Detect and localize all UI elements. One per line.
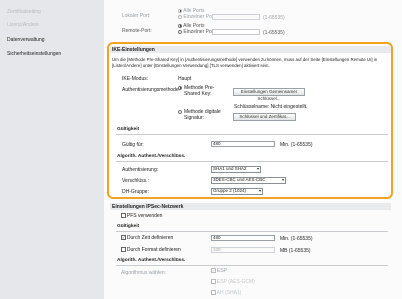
dh-label: DH-Gruppe: [122, 189, 149, 195]
local-port-input[interactable] [212, 14, 260, 20]
by-size-option[interactable]: Durch Format definieren [121, 247, 181, 253]
ike-mode-value: Haupt [178, 76, 192, 82]
pfs-label: PFS verwenden [126, 213, 163, 219]
auth-method-label: Authentisierungsmethode: [122, 87, 181, 93]
sidebar: Zertifikatsetting Lizenz/Andere Datenver… [0, 0, 105, 299]
ike-validity-heading: Gültigkeit [117, 127, 140, 132]
ipsec-settings-title: Einstellungen IPSec-Netzwerk [112, 204, 184, 210]
by-time-option[interactable]: ✓ Durch Zeit definieren [121, 235, 173, 241]
local-port-range: (1-65535) [263, 15, 285, 21]
local-port-single-label: Einzelner Port [183, 14, 215, 20]
remote-port-single-label: Einzelner Port [183, 29, 215, 35]
auth-label: Authentisierung: [122, 167, 159, 173]
esp-label: ESP [216, 268, 227, 274]
by-time-input[interactable]: 480 [211, 235, 275, 241]
by-size-label: Durch Format definieren [126, 247, 181, 253]
divider [116, 161, 388, 162]
local-port-single-option[interactable]: Einzelner Port [178, 14, 215, 20]
digsig-method-label: Methode digitale Signatur: [184, 109, 221, 121]
radio-icon[interactable] [178, 8, 182, 13]
local-port-label: Lokaler Port: [122, 13, 151, 19]
ike-mode-label: IKE-Modus: [122, 76, 149, 82]
checkbox-icon[interactable]: ✓ [211, 268, 216, 273]
ah-label: AH (SHA1) [216, 290, 242, 296]
ipsec-validity-heading: Gültigkeit [117, 224, 140, 229]
divider [116, 231, 388, 232]
dh-select[interactable]: Gruppe 2 (1024) ▾ [211, 188, 263, 195]
sidebar-item-license[interactable]: Lizenz/Andere [7, 22, 39, 28]
enc-select[interactable]: 3DES-CBC und AES-CBC ▾ [211, 177, 286, 184]
valid-for-input[interactable]: 480 [211, 141, 275, 147]
radio-icon[interactable] [178, 23, 182, 28]
auth-select[interactable]: SHA1 und SHA2 ▾ [211, 166, 261, 173]
remote-port-label: Remote-Port: [122, 28, 152, 34]
dh-select-value: Gruppe 2 (1024) [213, 188, 247, 193]
digsig-method-option[interactable] [178, 109, 182, 115]
valid-for-unit: Min. (1-65535) [280, 142, 313, 148]
chevron-down-icon: ▾ [258, 188, 261, 193]
ike-algo-heading: Algorith. Authent./Verschlüss. [117, 154, 186, 159]
by-time-unit: Min. (1-65535) [280, 236, 313, 242]
ah-option[interactable]: AH (SHA1) [211, 290, 241, 296]
remote-port-input[interactable] [212, 29, 260, 35]
remote-port-range: (1-65535) [263, 30, 285, 36]
chevron-down-icon: ▾ [256, 166, 259, 171]
checkbox-icon[interactable] [121, 213, 126, 218]
algo-select-label: Algorithmus wählen: [121, 270, 167, 276]
checkbox-icon[interactable] [211, 279, 216, 284]
key-certificate-button[interactable]: Schlüssel und Zertifikat... [233, 113, 296, 121]
checkbox-icon[interactable]: ✓ [121, 235, 126, 240]
auth-select-value: SHA1 und SHA2 [213, 166, 247, 171]
ike-description: Um die [Methode Pre-Shared Key] in [Auth… [112, 57, 378, 68]
by-time-label: Durch Zeit definieren [126, 235, 174, 241]
psk-settings-button[interactable]: Einstellungen Gemeinsamer Schlüssel... [233, 88, 305, 101]
esp-gcm-label: ESP (AES-GCM) [216, 279, 255, 285]
sidebar-item-security-settings[interactable]: Sicherheitseinstellungen [7, 51, 61, 57]
checkbox-icon[interactable] [121, 247, 126, 252]
divider [116, 134, 388, 135]
pfs-option[interactable]: PFS verwenden [121, 213, 162, 219]
remote-port-single-option[interactable]: Einzelner Port [178, 29, 215, 35]
divider [116, 265, 388, 266]
by-size-input[interactable]: 100 [211, 247, 275, 253]
enc-select-value: 3DES-CBC und AES-CBC [213, 177, 266, 182]
psk-method-option[interactable] [178, 85, 182, 91]
esp-gcm-option[interactable]: ESP (AES-GCM) [211, 279, 255, 285]
radio-icon[interactable] [178, 85, 182, 90]
chevron-down-icon: ▾ [281, 177, 284, 182]
psk-method-label: Methode Pre-Shared Key: [184, 85, 215, 97]
enc-label: Verschlüss.: [122, 178, 149, 184]
radio-icon[interactable] [178, 109, 182, 114]
radio-icon[interactable] [178, 14, 182, 19]
checkbox-icon[interactable] [211, 290, 216, 295]
key-name-text: Schlüsselname: Nicht eingestellt. [234, 104, 308, 110]
sidebar-item-data-management[interactable]: Datenverwaltung [7, 37, 45, 43]
esp-option[interactable]: ✓ ESP [211, 268, 227, 274]
ike-settings-title: IKE-Einstellungen [112, 47, 155, 53]
sidebar-item-certificate[interactable]: Zertifikatsetting [7, 9, 41, 15]
ipsec-algo-heading: Algorith. Authent./Verschlüss. [117, 258, 186, 263]
radio-icon[interactable] [178, 29, 182, 34]
valid-for-label: Gültig für: [122, 142, 144, 148]
by-size-unit: MB (1-65535) [280, 248, 311, 254]
